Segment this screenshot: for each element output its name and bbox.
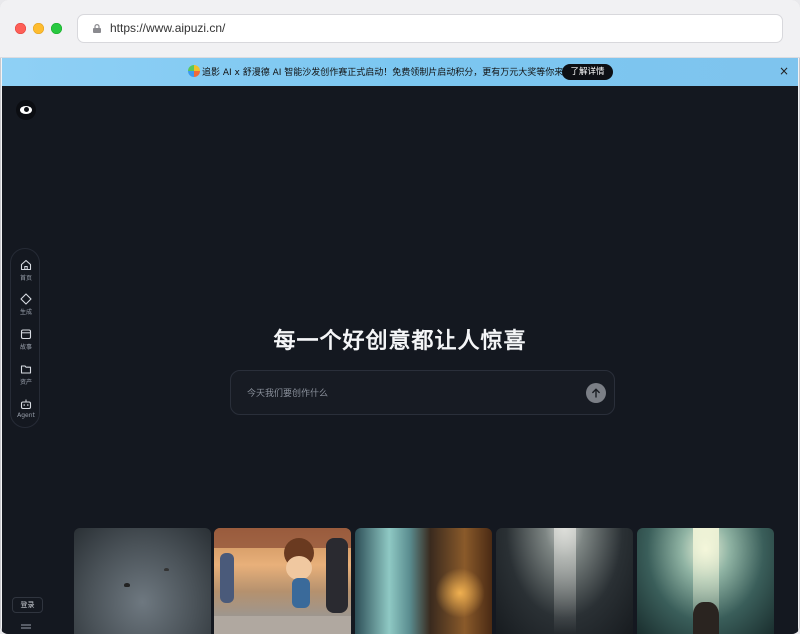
prompt-box [230,370,615,415]
gallery-thumbnail[interactable] [637,528,774,634]
home-icon [20,259,32,271]
close-window-button[interactable] [15,23,26,34]
logo[interactable] [16,100,36,120]
gallery-thumbnail[interactable] [74,528,211,634]
lock-icon [93,24,101,33]
page-title: 每一个好创意都让人惊喜 [273,329,527,354]
prompt-input[interactable] [245,383,569,405]
gallery-thumbnail[interactable] [214,528,351,634]
diamond-icon [20,293,32,305]
login-button[interactable]: 登录 [12,597,43,613]
close-banner-icon[interactable]: × [779,64,789,78]
sidebar-item-generate[interactable]: 生成 [11,293,41,316]
web-page: 追影 AI x 舒漫德 AI 智能沙发创作赛正式启动！免费领制片启动积分，更有万… [2,58,798,634]
robot-icon [20,399,32,410]
announcement-banner: 追影 AI x 舒漫德 AI 智能沙发创作赛正式启动！免费领制片启动积分，更有万… [2,58,798,86]
sidebar-item-home[interactable]: 首页 [11,259,41,282]
browser-titlebar: https://www.aipuzi.cn/ [0,0,800,58]
palette-icon [188,65,200,77]
menu-icon[interactable] [21,624,31,632]
url-text: https://www.aipuzi.cn/ [110,21,226,35]
banner-text: 追影 AI x 舒漫德 AI 智能沙发创作赛正式启动！免费领制片启动积分，更有万… [202,68,573,78]
sidebar-item-label: 首页 [19,275,32,282]
browser-window: https://www.aipuzi.cn/ 追影 AI x 舒漫德 AI 智能… [0,0,800,634]
sidebar-item-label: 生成 [19,309,32,316]
minimize-window-button[interactable] [33,23,44,34]
learn-more-button[interactable]: 了解详情 [562,64,613,80]
folder-icon [20,365,32,374]
maximize-window-button[interactable] [51,23,62,34]
showcase-gallery [74,528,774,634]
address-bar[interactable]: https://www.aipuzi.cn/ [77,14,783,43]
sidebar-item-agent[interactable]: Agent [11,398,41,419]
gallery-thumbnail[interactable] [496,528,633,634]
arrow-up-icon [592,388,600,398]
send-button[interactable] [586,383,606,403]
gallery-thumbnail[interactable] [355,528,492,634]
sidebar-item-label: 资产 [19,379,32,386]
sidebar-item-assets[interactable]: 资产 [11,363,41,386]
sidebar-item-label: Agent [17,412,35,419]
